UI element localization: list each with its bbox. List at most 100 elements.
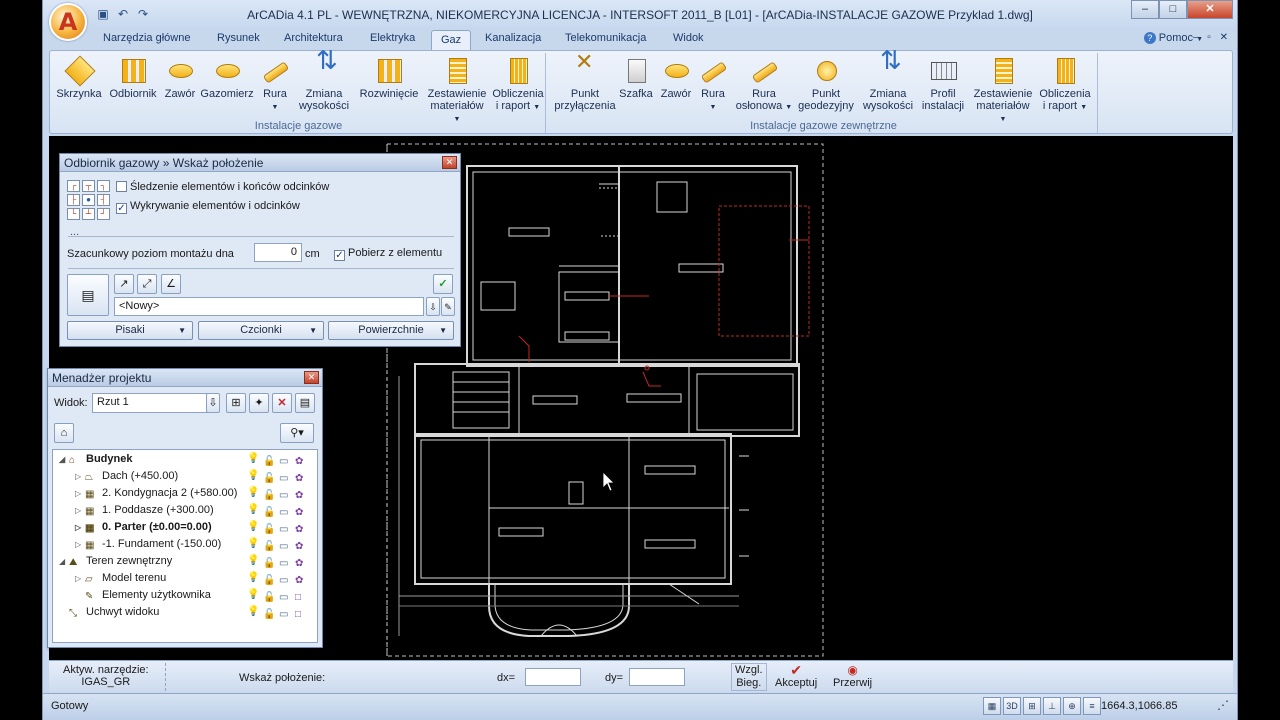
rura-oslonowa-button[interactable]: Rura osłonowa ▼: [734, 56, 794, 114]
tree-item-model-terenu[interactable]: ▷ ▱ Model terenu: [75, 572, 166, 588]
expand-icon[interactable]: ▷: [75, 523, 85, 532]
project-manager-close-button[interactable]: ✕: [304, 371, 319, 384]
rozwiniecie-button[interactable]: Rozwinięcie: [356, 56, 422, 100]
tab-telekomunikacja[interactable]: Telekomunikacja: [565, 32, 646, 44]
tree-item-kondygnacja-2[interactable]: ▷ ▦ 2. Kondygnacja 2 (+580.00): [75, 487, 237, 503]
tab-kanalizacja[interactable]: Kanalizacja: [485, 32, 541, 44]
profil-instalacji-button[interactable]: Profil instalacji: [918, 56, 968, 112]
snap-corner-tr-icon[interactable]: ┐: [97, 180, 110, 192]
snap-center-icon[interactable]: ●: [82, 194, 95, 206]
zawor-button[interactable]: Zawór: [162, 56, 198, 100]
tree-item-uchwyt[interactable]: ⤡ Uchwyt widoku: [69, 606, 159, 622]
view-select[interactable]: Rzut 1: [92, 393, 212, 413]
snap-icon[interactable]: ⊞: [1023, 697, 1041, 715]
tab-elektryka[interactable]: Elektryka: [370, 32, 415, 44]
obliczenia-raport-button[interactable]: Obliczenia i raport ▼: [492, 56, 544, 114]
tab-gaz[interactable]: Gaz: [431, 30, 472, 51]
snap-top-icon[interactable]: ┬: [82, 180, 95, 192]
tool-angle-icon[interactable]: ∠: [161, 274, 181, 294]
relative-toggle[interactable]: Wzgl. Bieg.: [731, 663, 767, 691]
zmiana-wysokosci-button[interactable]: Zmiana wysokości: [296, 54, 352, 112]
visibility-bulb-icon[interactable]: 💡: [247, 487, 259, 498]
polar-icon[interactable]: ⊕: [1063, 697, 1081, 715]
from-element-option[interactable]: ✓ Pobierz z elementu: [334, 247, 442, 261]
visibility-bulb-icon[interactable]: 💡: [247, 589, 259, 600]
visibility-bulb-icon[interactable]: 💡: [247, 470, 259, 481]
visibility-bulb-icon[interactable]: 💡: [247, 453, 259, 464]
szafka-button[interactable]: Szafka: [616, 56, 656, 100]
odbiornik-close-button[interactable]: ✕: [442, 156, 457, 169]
zmiana-wysokosci-ext-button[interactable]: Zmiana wysokości: [860, 54, 916, 112]
color-icons[interactable]: ✿ ✿ ✿ ✿ ✿ ✿ ✿ ✿ □ □: [295, 453, 303, 623]
resize-grip-icon[interactable]: ⋰: [1217, 698, 1229, 712]
expand-icon[interactable]: ▷: [75, 472, 85, 481]
collapse-icon[interactable]: ◢: [59, 455, 69, 464]
zestawienie-materialow-ext-button[interactable]: Zestawienie materiałów ▼: [972, 56, 1034, 126]
skrzynka-button[interactable]: Skrzynka: [56, 56, 102, 100]
snap-corner-br-icon[interactable]: ┘: [97, 208, 110, 220]
visibility-bulb-icon[interactable]: 💡: [247, 538, 259, 549]
pens-button[interactable]: Pisaki ▼: [67, 321, 193, 340]
lineweight-icon[interactable]: ≡: [1083, 697, 1101, 715]
from-element-checkbox[interactable]: ✓: [334, 250, 345, 261]
print-icons[interactable]: ▭ ▭ ▭ ▭ ▭ ▭ ▭ ▭ ▭ ▭: [279, 453, 288, 623]
tab-widok[interactable]: Widok: [673, 32, 704, 44]
tree-item-fundament[interactable]: ▷ ▦ -1. Fundament (-150.00): [75, 538, 221, 554]
tool-pipe-icon[interactable]: ↗: [114, 274, 134, 294]
tab-rysunek[interactable]: Rysunek: [217, 32, 260, 44]
interrupt-button[interactable]: ◉ Przerwij: [833, 663, 872, 689]
snap-bottom-icon[interactable]: ┴: [82, 208, 95, 220]
visibility-bulb-icon[interactable]: 💡: [247, 572, 259, 583]
mdi-controls[interactable]: – ▫ ✕: [1193, 32, 1231, 43]
visibility-bulb-icon[interactable]: 💡: [247, 555, 259, 566]
style-load-icon[interactable]: ⇩: [426, 297, 440, 316]
tracking-option[interactable]: Śledzenie elementów i końców odcinków: [116, 181, 329, 193]
surfaces-button[interactable]: Powierzchnie ▼: [328, 321, 454, 340]
snap-right-icon[interactable]: ┤: [97, 194, 110, 206]
properties-button[interactable]: ▤: [67, 274, 109, 316]
snap-corner-bl-icon[interactable]: └: [67, 208, 80, 220]
rura-button[interactable]: Rura ▼: [258, 56, 292, 114]
tree-item-parter[interactable]: ▷ ▦ 0. Parter (±0.00=0.00): [75, 521, 212, 537]
expand-icon[interactable]: ▷: [75, 506, 85, 515]
rura-ext-button[interactable]: Rura ▼: [696, 56, 730, 114]
minimize-button[interactable]: –: [1131, 0, 1159, 19]
zawor-ext-button[interactable]: Zawór: [658, 56, 694, 100]
view-dropdown-icon[interactable]: ⇩: [206, 393, 220, 413]
visibility-bulb-icon[interactable]: 💡: [247, 521, 259, 532]
app-menu-button[interactable]: A: [49, 3, 87, 41]
tree-item-poddasze[interactable]: ▷ ▦ 1. Poddasze (+300.00): [75, 504, 214, 520]
tree-item-teren[interactable]: ◢ ⛰ Teren zewnętrzny: [59, 555, 172, 571]
lock-icons[interactable]: 🔓 🔓 🔓 🔓 🔓 🔓 🔓 🔓 🔓 🔓: [263, 453, 275, 623]
collapse-icon[interactable]: ◢: [59, 557, 69, 566]
delete-view-icon[interactable]: ✕: [272, 393, 292, 413]
dy-input[interactable]: [629, 668, 685, 686]
tab-architektura[interactable]: Architektura: [284, 32, 343, 44]
fonts-button[interactable]: Czcionki ▼: [198, 321, 324, 340]
tree-item-elementy[interactable]: ✎ Elementy użytkownika: [85, 589, 211, 605]
zestawienie-materialow-button[interactable]: Zestawienie materiałów ▼: [426, 56, 488, 126]
expand-icon[interactable]: ▷: [75, 540, 85, 549]
close-button[interactable]: ✕: [1187, 0, 1233, 19]
filter-dropdown-icon[interactable]: ⚲▾: [280, 423, 314, 443]
snap-left-icon[interactable]: ├: [67, 194, 80, 206]
detect-checkbox[interactable]: ✓: [116, 203, 127, 214]
obliczenia-raport-ext-button[interactable]: Obliczenia i raport ▼: [1038, 56, 1092, 114]
punkt-przylaczenia-button[interactable]: Punkt przyłączenia: [554, 56, 616, 112]
level-input[interactable]: 0: [254, 243, 302, 262]
style-select[interactable]: <Nowy>: [114, 297, 424, 316]
expand-icon[interactable]: ▷: [75, 574, 85, 583]
grid-icon[interactable]: ▦: [983, 697, 1001, 715]
new-view-icon[interactable]: ✦: [249, 393, 269, 413]
add-view-icon[interactable]: ⊞: [226, 393, 246, 413]
style-save-icon[interactable]: ✎: [441, 297, 455, 316]
view-properties-icon[interactable]: ▤: [295, 393, 315, 413]
tree-item-dach[interactable]: ▷ ⏢ Dach (+450.00): [75, 470, 178, 486]
dx-input[interactable]: [525, 668, 581, 686]
maximize-button[interactable]: □: [1159, 0, 1187, 19]
punkt-geodezyjny-button[interactable]: Punkt geodezyjny: [796, 56, 856, 112]
tree-item-budynek[interactable]: ◢ ⌂ Budynek: [59, 453, 132, 469]
odbiornik-button[interactable]: Odbiornik: [106, 56, 160, 100]
tab-narzedzia-glowne[interactable]: Narzędzia główne: [103, 32, 190, 44]
detect-option[interactable]: ✓ Wykrywanie elementów i odcinków: [116, 200, 300, 214]
